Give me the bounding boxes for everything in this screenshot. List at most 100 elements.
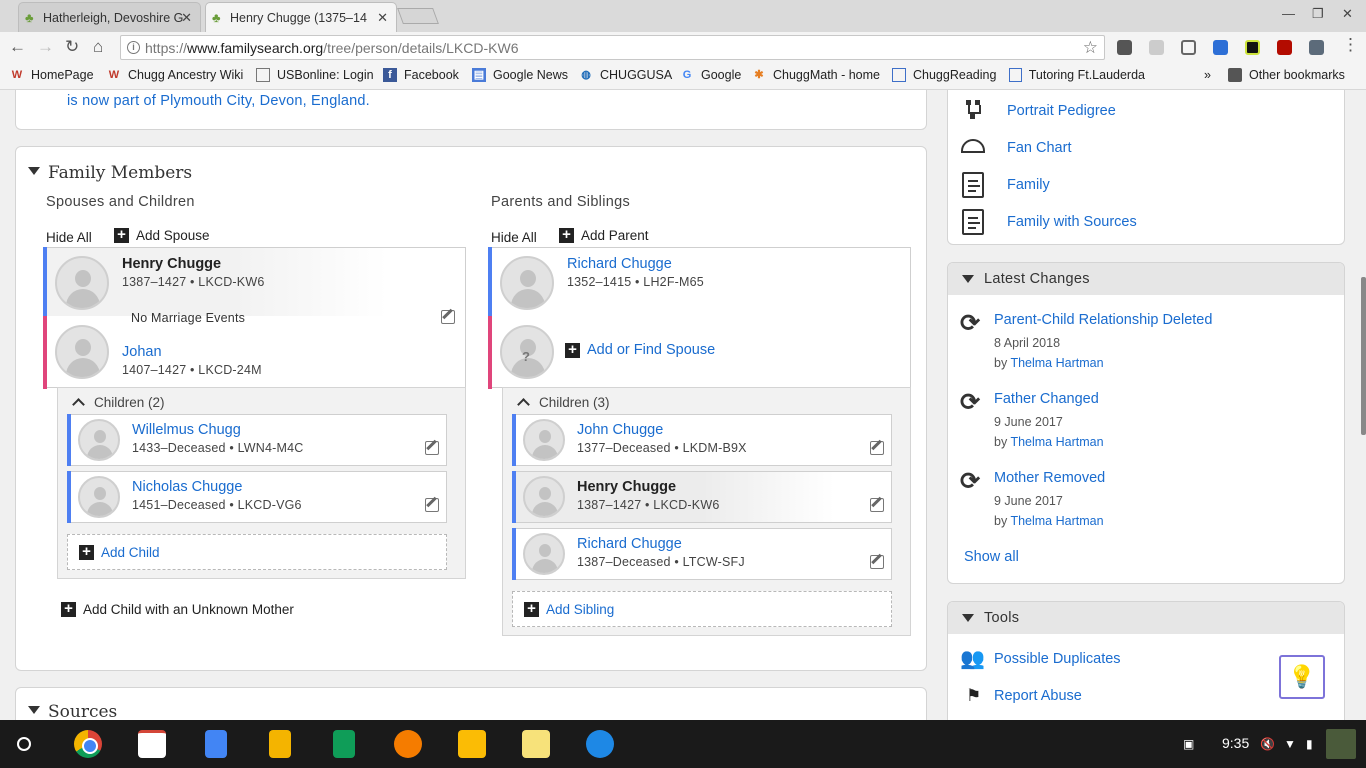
new-tab-button[interactable]	[397, 8, 439, 24]
keep-app-icon[interactable]	[458, 730, 486, 758]
slides-app-icon[interactable]	[269, 730, 291, 758]
close-tab-icon[interactable]: ✕	[181, 10, 192, 26]
possible-duplicates-link[interactable]: 👥 Possible Duplicates	[960, 646, 1121, 672]
hide-all-spouses-button[interactable]: Hide All	[46, 230, 92, 245]
extension-icon[interactable]	[1149, 40, 1164, 55]
bookmarks-overflow-button[interactable]: »	[1204, 68, 1211, 82]
add-child-button[interactable]: + Add Child	[67, 534, 447, 570]
bookmark-item[interactable]: USBonline: Login	[256, 68, 374, 82]
latest-changes-toggle[interactable]: Latest Changes	[948, 263, 1344, 295]
children-toggle[interactable]: Children (2)	[72, 395, 165, 411]
launcher-icon[interactable]	[17, 737, 31, 751]
bookmark-item[interactable]: ✱ ChuggMath - home	[752, 68, 880, 82]
lightbulb-help-icon[interactable]: 💡	[1279, 655, 1325, 699]
report-abuse-link[interactable]: ⚑ Report Abuse	[960, 683, 1082, 709]
father-avatar[interactable]	[500, 256, 554, 310]
child-name[interactable]: Willelmus Chugg	[132, 422, 241, 438]
reload-icon[interactable]: ↻	[65, 37, 79, 57]
bookmark-item[interactable]: ◍ CHUGGUSA	[579, 68, 672, 82]
files-app-icon[interactable]	[586, 730, 614, 758]
edit-child-icon[interactable]	[425, 498, 439, 512]
sibling-avatar[interactable]	[523, 476, 565, 518]
add-child-unknown-mother-button[interactable]: + Add Child with an Unknown Mother	[61, 601, 294, 617]
forward-icon[interactable]: →	[37, 37, 54, 57]
father-name[interactable]: Richard Chugge	[567, 256, 672, 272]
siblings-toggle[interactable]: Children (3)	[517, 395, 610, 411]
add-or-find-spouse-button[interactable]: + Add or Find Spouse	[565, 342, 715, 358]
author-link[interactable]: Thelma Hartman	[1010, 435, 1103, 449]
portrait-pedigree-link[interactable]: Portrait Pedigree	[960, 98, 1116, 124]
tools-toggle[interactable]: Tools	[948, 602, 1344, 634]
tab-hatherleigh[interactable]: ♣ Hatherleigh, Devoshire G ✕	[18, 2, 201, 32]
battery-icon[interactable]: ▮	[1306, 737, 1313, 751]
family-with-sources-link[interactable]: Family with Sources	[960, 209, 1137, 235]
mute-icon[interactable]: 🔇	[1260, 737, 1275, 751]
wife-name[interactable]: Johan	[122, 344, 162, 360]
change-title[interactable]: Parent-Child Relationship Deleted	[994, 312, 1212, 328]
page-scrollbar[interactable]	[1361, 277, 1366, 435]
notes-app-icon[interactable]	[522, 730, 550, 758]
bookmark-item[interactable]: f Facebook	[383, 68, 459, 82]
change-title[interactable]: Father Changed	[994, 391, 1099, 407]
play-music-app-icon[interactable]	[394, 730, 422, 758]
fan-chart-link[interactable]: Fan Chart	[960, 135, 1071, 161]
sibling-avatar[interactable]	[523, 533, 565, 575]
sibling-name[interactable]: Richard Chugge	[577, 536, 682, 552]
restore-icon[interactable]: ❐	[1312, 6, 1324, 22]
sources-toggle[interactable]: Sources	[28, 702, 117, 720]
edit-couple-icon[interactable]	[441, 310, 455, 324]
author-link[interactable]: Thelma Hartman	[1010, 356, 1103, 370]
close-tab-icon[interactable]: ✕	[377, 10, 388, 26]
wife-avatar[interactable]	[55, 325, 109, 379]
bookmark-item[interactable]: W Chugg Ancestry Wiki	[107, 68, 244, 82]
add-parent-button[interactable]: + Add Parent	[559, 227, 649, 243]
family-members-toggle[interactable]: Family Members	[28, 163, 192, 183]
husband-avatar[interactable]	[55, 256, 109, 310]
extension-icon[interactable]	[1213, 40, 1228, 55]
other-bookmarks[interactable]: Other bookmarks	[1228, 68, 1345, 82]
clock[interactable]: 9:35	[1222, 735, 1249, 751]
screenshot-icon[interactable]: ▣	[1183, 737, 1194, 751]
back-icon[interactable]: ←	[9, 37, 26, 57]
docs-app-icon[interactable]	[205, 730, 227, 758]
child-name[interactable]: Nicholas Chugge	[132, 479, 242, 495]
wifi-icon[interactable]: ▼	[1284, 737, 1296, 751]
minimize-icon[interactable]: —	[1282, 6, 1295, 21]
bookmark-item[interactable]: Tutoring Ft.Lauderda	[1009, 68, 1145, 82]
edit-sibling-icon[interactable]	[870, 498, 884, 512]
show-all-changes-link[interactable]: Show all	[964, 549, 1019, 565]
extension-icon[interactable]	[1117, 40, 1132, 55]
edit-sibling-icon[interactable]	[870, 555, 884, 569]
edit-child-icon[interactable]	[425, 441, 439, 455]
user-avatar[interactable]	[1326, 729, 1356, 759]
pdf-extension-icon[interactable]	[1277, 40, 1292, 55]
gmail-app-icon[interactable]	[138, 730, 166, 758]
close-window-icon[interactable]: ✕	[1342, 6, 1353, 22]
chrome-app-icon[interactable]	[74, 730, 102, 758]
child-avatar[interactable]	[78, 419, 120, 461]
hide-all-parents-button[interactable]: Hide All	[491, 230, 537, 245]
sheets-app-icon[interactable]	[333, 730, 355, 758]
bookmark-item[interactable]: ChuggReading	[892, 68, 996, 82]
author-link[interactable]: Thelma Hartman	[1010, 514, 1103, 528]
extension-icon[interactable]	[1309, 40, 1324, 55]
bookmark-item[interactable]: G Google	[680, 68, 742, 82]
home-icon[interactable]: ⌂	[93, 37, 103, 57]
sibling-name[interactable]: John Chugge	[577, 422, 663, 438]
sibling-avatar[interactable]	[523, 419, 565, 461]
edit-sibling-icon[interactable]	[870, 441, 884, 455]
address-bar[interactable]: i https://www.familysearch.org/tree/pers…	[120, 35, 1105, 60]
add-spouse-button[interactable]: + Add Spouse	[114, 227, 210, 243]
extension-icon[interactable]	[1245, 40, 1260, 55]
add-sibling-button[interactable]: + Add Sibling	[512, 591, 892, 627]
bookmark-item[interactable]: ▤ Google News	[472, 68, 568, 82]
bookmark-item[interactable]: W HomePage	[10, 68, 94, 82]
site-info-icon[interactable]: i	[127, 41, 140, 54]
child-avatar[interactable]	[78, 476, 120, 518]
bookmark-star-icon[interactable]: ☆	[1083, 38, 1098, 58]
menu-icon[interactable]: ⋮	[1342, 35, 1359, 55]
cast-icon[interactable]	[1181, 40, 1196, 55]
family-view-link[interactable]: Family	[960, 172, 1050, 198]
tab-henry-chugge[interactable]: ♣ Henry Chugge (1375–14 ✕	[205, 2, 397, 32]
change-title[interactable]: Mother Removed	[994, 470, 1105, 486]
